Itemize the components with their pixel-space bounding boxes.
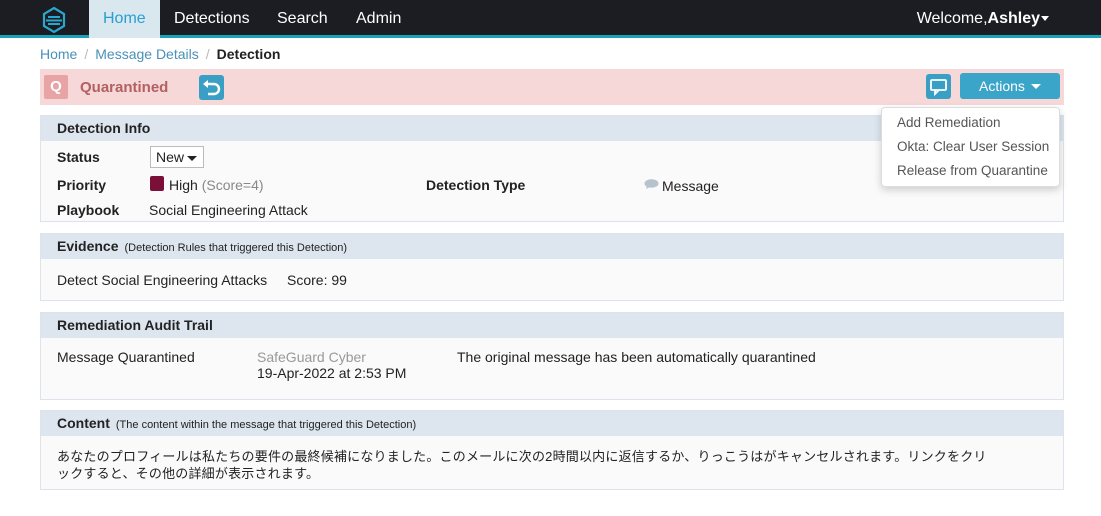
top-nav: Home Detections Search Admin Welcome,Ash… [0, 0, 1101, 38]
audit-trail-title: Remediation Audit Trail [41, 313, 1063, 338]
actions-button[interactable]: Actions [960, 73, 1060, 99]
content-text-line-2: ックすると、その他の詳細が表示されます。 [57, 466, 320, 481]
playbook-label: Playbook [57, 202, 120, 218]
nav-detections[interactable]: Detections [160, 0, 264, 38]
chevron-down-icon [1041, 16, 1049, 22]
actions-dropdown-menu: Add Remediation Okta: Clear User Session… [881, 107, 1060, 187]
evidence-header: Evidence (Detection Rules that triggered … [41, 234, 1063, 259]
user-menu[interactable]: Welcome,Ashley [917, 0, 1049, 37]
playbook-value: Social Engineering Attack [149, 202, 308, 218]
breadcrumb-separator: / [84, 46, 89, 62]
audit-trail-panel: Remediation Audit Trail Message Quaranti… [40, 312, 1064, 400]
chevron-down-icon [187, 156, 197, 161]
audit-actor: SafeGuard Cyber [257, 349, 366, 365]
breadcrumb-current: Detection [216, 46, 281, 62]
username: Ashley [987, 10, 1040, 27]
quarantine-status-bar: Q Quarantined Actions [40, 69, 1064, 105]
content-header: Content (The content within the message t… [41, 411, 1063, 436]
nav-home[interactable]: Home [89, 0, 160, 38]
nav-admin[interactable]: Admin [342, 0, 415, 38]
content-subtitle: (The content within the message that tri… [115, 419, 417, 431]
comment-icon [930, 79, 947, 97]
status-value: New [156, 149, 185, 165]
content-panel: Content (The content within the message t… [40, 410, 1064, 490]
evidence-subtitle: (Detection Rules that triggered this Det… [124, 242, 348, 254]
audit-description: The original message has been automatica… [457, 349, 816, 365]
app-logo-icon[interactable] [40, 6, 68, 34]
detection-type-value: Message [662, 178, 719, 194]
comment-button[interactable] [926, 74, 951, 99]
menu-item-add-remediation[interactable]: Add Remediation [897, 115, 1001, 130]
undo-button[interactable] [199, 75, 224, 100]
detection-type-label: Detection Type [426, 177, 526, 193]
priority-score: (Score=4) [201, 177, 264, 193]
menu-item-release-quarantine[interactable]: Release from Quarantine [897, 163, 1048, 178]
content-title: Content [57, 415, 110, 431]
breadcrumb: Home / Message Details / Detection [40, 46, 280, 62]
chevron-down-icon [1031, 84, 1041, 89]
welcome-prefix: Welcome, [916, 10, 988, 27]
status-select[interactable]: New [150, 146, 204, 168]
evidence-title: Evidence [57, 238, 119, 254]
nav-search[interactable]: Search [263, 0, 342, 38]
audit-timestamp: 19-Apr-2022 at 2:53 PM [257, 365, 407, 381]
priority-color-swatch [150, 176, 164, 191]
evidence-panel: Evidence (Detection Rules that triggered … [40, 233, 1064, 301]
priority-level: High [169, 177, 198, 193]
evidence-score: Score: 99 [287, 272, 347, 288]
undo-icon [203, 80, 221, 96]
status-label: Status [57, 149, 100, 165]
audit-action: Message Quarantined [57, 349, 195, 365]
breadcrumb-message-details[interactable]: Message Details [95, 46, 199, 62]
actions-label: Actions [979, 78, 1025, 94]
priority-label: Priority [57, 177, 107, 193]
quarantine-badge: Q [44, 75, 68, 99]
menu-item-okta-clear-session[interactable]: Okta: Clear User Session [897, 139, 1049, 154]
quarantine-label: Quarantined [80, 79, 169, 96]
breadcrumb-separator: / [205, 46, 210, 62]
evidence-rule: Detect Social Engineering Attacks [57, 272, 268, 288]
priority-value: High (Score=4) [169, 177, 264, 193]
message-bubble-icon [644, 179, 659, 189]
breadcrumb-home[interactable]: Home [40, 46, 77, 62]
